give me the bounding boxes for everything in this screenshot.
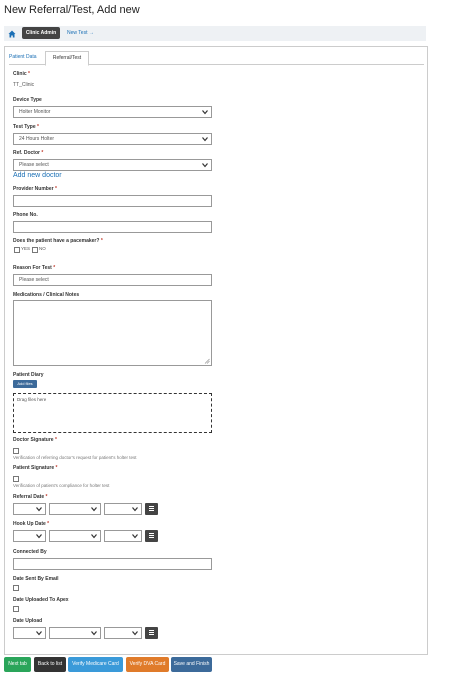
reason-select[interactable]: Please select: [13, 274, 212, 286]
verify-dva-button[interactable]: Verify DVA Card: [126, 657, 169, 672]
date-sent-label: Date Sent By Email: [13, 576, 59, 582]
back-to-list-button[interactable]: Back to list: [34, 657, 66, 672]
ref-doctor-label: Ref. Doctor *: [13, 150, 44, 156]
hookup-date-label: Hook Up Date *: [13, 521, 50, 527]
ref-doctor-select[interactable]: Please select: [13, 159, 212, 171]
chevron-down-icon: [202, 110, 208, 115]
chevron-down-icon: [132, 507, 138, 512]
chevron-down-icon: [202, 137, 208, 142]
referral-year-select[interactable]: [104, 503, 142, 515]
chevron-down-icon: [91, 631, 97, 636]
provider-number-label: Provider Number *: [13, 186, 57, 192]
chevron-down-icon: [91, 507, 97, 512]
doctor-signature-checkbox[interactable]: [13, 448, 19, 454]
provider-number-input[interactable]: [13, 195, 212, 207]
diary-label: Patient Diary: [13, 372, 44, 378]
notes-label: Medications / Clinical Notes: [13, 292, 80, 298]
resize-handle-icon[interactable]: [204, 358, 210, 364]
connected-by-label: Connected By: [13, 549, 47, 555]
chevron-down-icon: [132, 631, 138, 636]
hookup-day-select[interactable]: [13, 530, 46, 542]
next-tab-button[interactable]: Next tab: [4, 657, 31, 672]
ref-doctor-value: Please select: [19, 162, 49, 168]
clinic-value: TT_Clinic: [13, 82, 35, 88]
patient-signature-label: Patient Signature *: [13, 465, 58, 471]
add-new-doctor-link[interactable]: Add new doctor: [13, 172, 62, 179]
test-type-value: 24 Hours Holter: [19, 136, 55, 142]
referral-date-label: Referral Date *: [13, 494, 48, 500]
save-and-finish-button[interactable]: Save and Finish: [171, 657, 212, 672]
date-uploaded-checkbox[interactable]: [13, 606, 19, 612]
file-dropzone[interactable]: Drag files here: [13, 393, 212, 433]
page-title: New Referral/Test, Add new: [4, 4, 140, 16]
upload-year-select[interactable]: [104, 627, 142, 639]
hookup-year-select[interactable]: [104, 530, 142, 542]
device-type-label: Device Type: [13, 97, 42, 103]
chevron-down-icon: [132, 534, 138, 539]
patient-signature-checkbox[interactable]: [13, 476, 19, 482]
doctor-signature-label: Doctor Signature *: [13, 437, 57, 443]
date-uploaded-label: Date Uploaded To Apex: [13, 597, 69, 603]
add-files-button[interactable]: Add files: [13, 380, 37, 388]
reason-label: Reason For Test *: [13, 265, 56, 271]
pacemaker-no-radio[interactable]: [32, 247, 38, 253]
home-icon[interactable]: [8, 30, 16, 38]
chevron-down-icon: [36, 534, 42, 539]
upload-month-select[interactable]: [49, 627, 101, 639]
pacemaker-yes-label: YES: [21, 246, 31, 251]
referral-day-select[interactable]: [13, 503, 46, 515]
pacemaker-no-label: NO: [39, 246, 46, 251]
upload-day-select[interactable]: [13, 627, 46, 639]
date-upload-label: Date Upload: [13, 618, 43, 624]
phone-label: Phone No.: [13, 212, 38, 218]
tab-patient-data[interactable]: Patient Data: [9, 54, 37, 60]
test-type-select[interactable]: 24 Hours Holter: [13, 133, 212, 145]
pacemaker-yes-radio[interactable]: [14, 247, 20, 253]
test-type-label: Test Type *: [13, 124, 39, 130]
calendar-icon[interactable]: [145, 503, 158, 515]
referral-month-select[interactable]: [49, 503, 101, 515]
reason-placeholder: Please select: [19, 277, 49, 283]
verify-medicare-button[interactable]: Verify Medicare Card: [68, 657, 123, 672]
clinic-label: Clinic *: [13, 71, 30, 77]
device-type-value: Holter Monitor: [19, 109, 51, 115]
calendar-icon[interactable]: [145, 530, 158, 542]
chevron-down-icon: [202, 163, 208, 168]
doctor-signature-hint: Verification of referring doctor's reque…: [13, 455, 137, 460]
breadcrumb-new-test[interactable]: New Test →: [67, 30, 94, 36]
dropzone-text: Drag files here: [17, 397, 47, 402]
breadcrumb-clinic-admin[interactable]: Clinic Admin: [22, 27, 60, 39]
hookup-month-select[interactable]: [49, 530, 101, 542]
connected-by-input[interactable]: [13, 558, 212, 570]
chevron-down-icon: [91, 534, 97, 539]
tab-referral-test[interactable]: Referral/Test: [45, 51, 89, 66]
pacemaker-label: Does the patient have a pacemaker? *: [13, 238, 103, 244]
device-type-select[interactable]: Holter Monitor: [13, 106, 212, 118]
patient-signature-hint: Verification of patient's compliance for…: [13, 483, 110, 488]
phone-input[interactable]: [13, 221, 212, 233]
date-sent-checkbox[interactable]: [13, 585, 19, 591]
notes-textarea[interactable]: [13, 300, 212, 366]
chevron-down-icon: [36, 631, 42, 636]
chevron-down-icon: [36, 507, 42, 512]
calendar-icon[interactable]: [145, 627, 158, 639]
